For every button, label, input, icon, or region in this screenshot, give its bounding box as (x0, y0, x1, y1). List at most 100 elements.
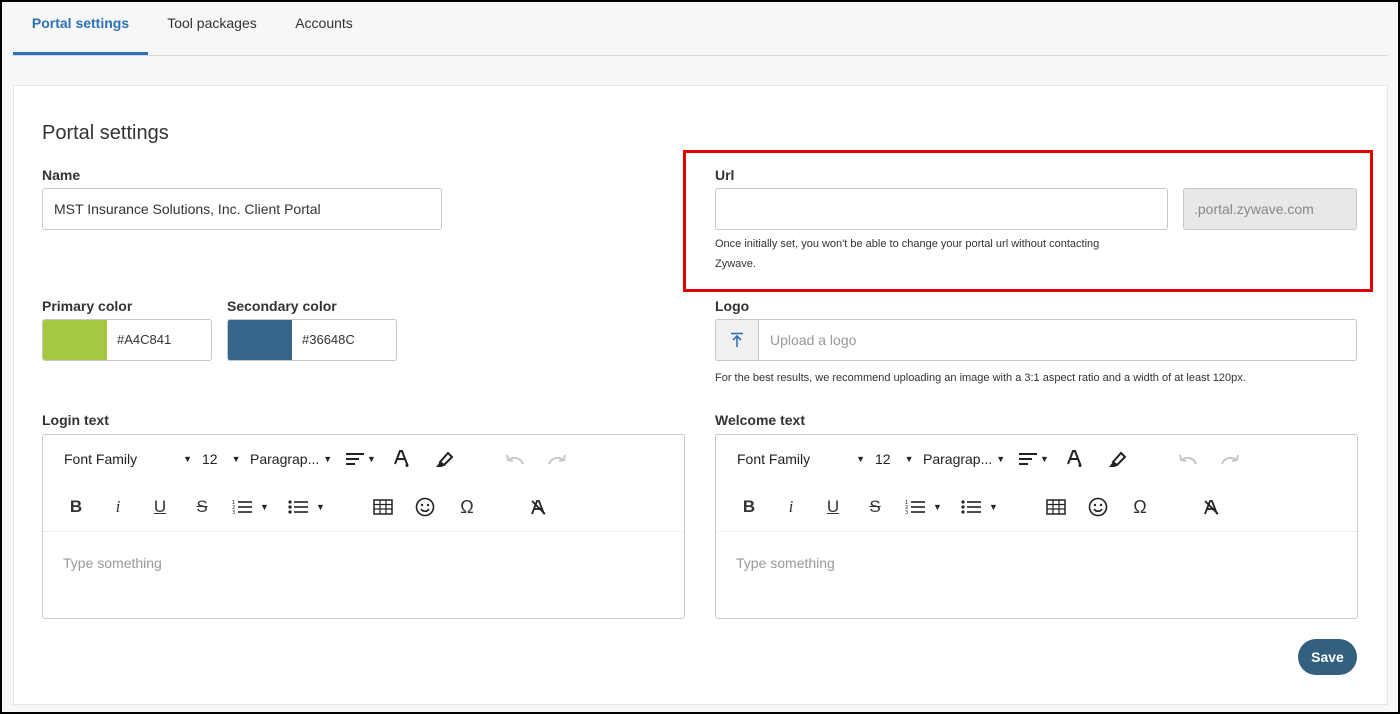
welcome-toolbar-row2: B i U S 1 2 3 ▼ ▼ Ω (716, 485, 1357, 529)
primary-color-field[interactable]: #A4C841 (42, 319, 212, 361)
primary-color-swatch[interactable] (43, 320, 107, 360)
welcome-text-editor: Font Family ▼ 12 ▼ Paragrap... ▼ ▼ B i U… (715, 434, 1358, 619)
underline-button[interactable]: U (148, 495, 172, 519)
logo-placeholder: Upload a logo (770, 332, 857, 348)
undo-button[interactable] (1176, 447, 1200, 471)
primary-color-value[interactable]: #A4C841 (117, 320, 171, 360)
align-button[interactable]: ▼ (1019, 437, 1049, 481)
settings-card: Portal settings Name MST Insurance Solut… (13, 85, 1388, 705)
welcome-text-content[interactable]: Type something (736, 555, 835, 571)
smiley-icon (415, 497, 435, 517)
save-button[interactable]: Save (1298, 639, 1357, 675)
omega-icon: Ω (460, 496, 474, 517)
bold-icon: B (742, 497, 756, 516)
insert-table-button[interactable] (1044, 495, 1068, 519)
page-title: Portal settings (42, 122, 169, 144)
chevron-down-icon: ▼ (933, 502, 942, 512)
paragraph-dropdown[interactable]: Paragrap... ▼ (250, 437, 332, 481)
name-input[interactable]: MST Insurance Solutions, Inc. Client Por… (42, 188, 442, 230)
svg-text:3: 3 (905, 510, 908, 515)
chevron-down-icon: ▼ (1040, 454, 1049, 464)
font-family-dropdown[interactable]: Font Family ▼ (64, 437, 192, 481)
font-size-dropdown[interactable]: 12 ▼ (202, 437, 241, 481)
secondary-color-value[interactable]: #36648C (302, 320, 355, 360)
font-size-dropdown[interactable]: 12 ▼ (875, 437, 914, 481)
clear-format-button[interactable] (526, 495, 550, 519)
app-frame: Portal settings Tool packages Accounts P… (0, 0, 1400, 714)
chevron-down-icon: ▼ (183, 454, 192, 464)
clear-format-icon (531, 500, 546, 515)
undo-icon (1179, 454, 1197, 465)
chevron-down-icon: ▼ (989, 502, 998, 512)
text-color-icon (1067, 450, 1082, 467)
chevron-down-icon: ▼ (316, 502, 325, 512)
url-input[interactable] (715, 188, 1168, 230)
strikethrough-button[interactable]: S (863, 495, 887, 519)
paragraph-label: Paragrap... (250, 451, 320, 467)
secondary-color-swatch[interactable] (228, 320, 292, 360)
login-text-editor: Font Family ▼ 12 ▼ Paragrap... ▼ ▼ B i U… (42, 434, 685, 619)
ordered-list-button[interactable]: 1 2 3 ▼ (905, 485, 942, 529)
align-left-icon (1019, 453, 1037, 465)
undo-button[interactable] (503, 447, 527, 471)
bullet-list-button[interactable]: ▼ (288, 485, 325, 529)
paragraph-label: Paragrap... (923, 451, 993, 467)
url-hint-line2: Zywave. (715, 258, 756, 270)
chevron-down-icon: ▼ (904, 454, 914, 464)
upload-button[interactable] (716, 320, 759, 360)
insert-table-button[interactable] (371, 495, 395, 519)
emoji-button[interactable] (413, 495, 437, 519)
chevron-down-icon: ▼ (367, 454, 376, 464)
clear-format-button[interactable] (1199, 495, 1223, 519)
secondary-color-field[interactable]: #36648C (227, 319, 397, 361)
chevron-down-icon: ▼ (323, 454, 333, 464)
italic-icon: i (115, 497, 121, 516)
table-icon (373, 499, 393, 515)
logo-upload-field[interactable]: Upload a logo (715, 319, 1357, 361)
text-color-button[interactable] (1063, 447, 1087, 471)
url-label: Url (715, 167, 735, 183)
emoji-button[interactable] (1086, 495, 1110, 519)
tab-tool-packages[interactable]: Tool packages (158, 2, 266, 55)
chevron-down-icon: ▼ (231, 454, 241, 464)
ordered-list-icon: 1 2 3 (232, 500, 252, 515)
underline-button[interactable]: U (821, 495, 845, 519)
bullet-list-icon (288, 500, 308, 514)
logo-label: Logo (715, 298, 750, 314)
bullet-list-button[interactable]: ▼ (961, 485, 998, 529)
primary-color-label: Primary color (42, 298, 133, 314)
highlighter-icon (1109, 451, 1127, 467)
clear-format-icon (1204, 500, 1219, 515)
text-color-button[interactable] (390, 447, 414, 471)
special-char-button[interactable]: Ω (455, 495, 479, 519)
login-text-label: Login text (42, 412, 109, 428)
login-text-content[interactable]: Type something (63, 555, 162, 571)
italic-button[interactable]: i (779, 495, 803, 519)
name-label: Name (42, 167, 81, 183)
omega-icon: Ω (1133, 496, 1147, 517)
tab-accounts[interactable]: Accounts (288, 2, 360, 55)
chevron-down-icon: ▼ (996, 454, 1006, 464)
strikethrough-button[interactable]: S (190, 495, 214, 519)
table-icon (1046, 499, 1066, 515)
italic-icon: i (788, 497, 794, 516)
font-family-dropdown[interactable]: Font Family ▼ (737, 437, 865, 481)
paragraph-dropdown[interactable]: Paragrap... ▼ (923, 437, 1005, 481)
ordered-list-button[interactable]: 1 2 3 ▼ (232, 485, 269, 529)
url-suffix: .portal.zywave.com (1183, 188, 1357, 230)
italic-button[interactable]: i (106, 495, 130, 519)
special-char-button[interactable]: Ω (1128, 495, 1152, 519)
bold-button[interactable]: B (64, 495, 88, 519)
redo-button[interactable] (545, 447, 569, 471)
bold-button[interactable]: B (737, 495, 761, 519)
highlighter-icon (436, 451, 454, 467)
highlight-button[interactable] (432, 447, 456, 471)
logo-hint: For the best results, we recommend uploa… (715, 372, 1246, 384)
highlight-button[interactable] (1105, 447, 1129, 471)
font-size-label: 12 (875, 451, 891, 467)
align-button[interactable]: ▼ (346, 437, 376, 481)
text-color-icon (394, 450, 409, 467)
redo-button[interactable] (1218, 447, 1242, 471)
tab-portal-settings[interactable]: Portal settings (13, 2, 148, 55)
bullet-list-icon (961, 500, 981, 514)
